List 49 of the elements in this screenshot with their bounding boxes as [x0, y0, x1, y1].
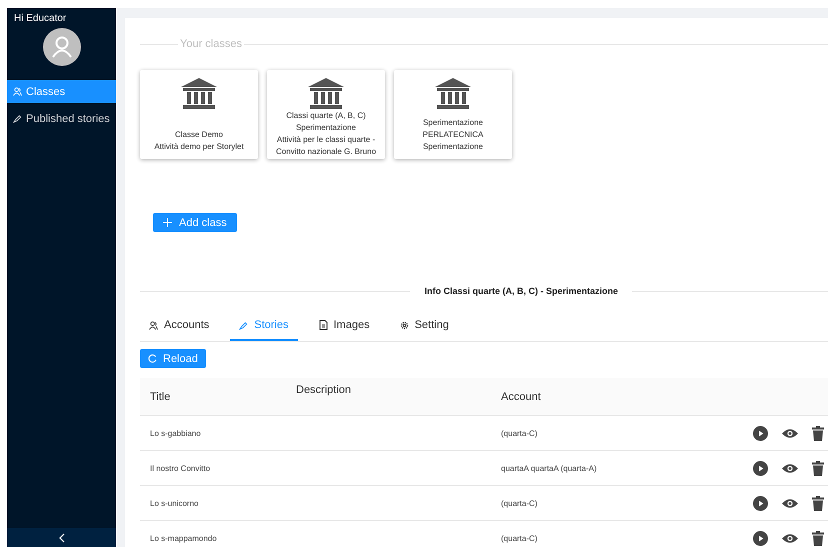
building-icon	[308, 78, 344, 110]
users-icon	[13, 87, 22, 96]
play-icon[interactable]	[753, 426, 768, 440]
reload-icon	[148, 354, 157, 363]
sidebar-item[interactable]: Published stories	[7, 107, 116, 130]
trash-icon[interactable]	[812, 426, 824, 440]
pen-icon	[239, 320, 248, 330]
tab[interactable]: Accounts	[140, 312, 218, 341]
table-cell: quartaA quartaA (quarta-A)	[501, 464, 597, 472]
table-cell: (quarta-C)	[501, 498, 538, 508]
pen-icon	[13, 114, 22, 123]
table-cell: (quarta-C)	[501, 534, 538, 542]
file-icon	[318, 320, 328, 330]
section-title: Info Classi quarte (A, B, C) - Sperimentazione	[423, 286, 619, 296]
settings-icon	[400, 320, 409, 330]
chevron-left-icon	[58, 532, 66, 542]
column-header: Description	[296, 378, 501, 416]
class-card[interactable]: Classe Demo Attività demo per Storylet	[140, 70, 258, 159]
class-description: Classe Demo Attività demo per Storylet	[154, 129, 244, 153]
greeting: Hi Educator	[13, 12, 68, 26]
trash-icon[interactable]	[812, 460, 824, 476]
class-description: Sperimentazione PERLATECNICA Sperimentazione	[422, 117, 484, 153]
table-cell: Lo s-gabbiano	[150, 428, 201, 438]
table-cell: (quarta-C)	[501, 428, 538, 438]
class-card[interactable]: Sperimentazione PERLATECNICA Sperimentazione	[394, 70, 512, 159]
section-title: Your classes	[179, 38, 243, 50]
column-header: Title	[140, 378, 296, 416]
play-icon[interactable]	[753, 496, 768, 510]
eye-icon[interactable]	[782, 428, 798, 438]
trash-icon[interactable]	[812, 530, 824, 546]
table-cell: Il nostro Convitto	[150, 464, 210, 472]
eye-icon[interactable]	[782, 462, 798, 474]
tab[interactable]: Images	[310, 312, 379, 341]
building-icon	[435, 78, 471, 110]
play-icon[interactable]	[753, 530, 768, 546]
table-cell: Lo s-unicorno	[150, 498, 198, 508]
table-cell: Lo s-mappamondo	[150, 534, 217, 542]
avatar-icon	[42, 28, 80, 66]
eye-icon[interactable]	[782, 498, 798, 508]
class-description: Classi quarte (A, B, C) Sperimentazione Attività per le classi quarte - Convitto nazionale G. Bruno	[276, 110, 376, 158]
plus-icon	[163, 218, 172, 227]
trash-icon[interactable]	[812, 496, 824, 510]
users-icon	[149, 320, 158, 330]
play-icon[interactable]	[753, 460, 768, 476]
building-icon	[181, 78, 217, 110]
class-card[interactable]: Classi quarte (A, B, C) Sperimentazione Attività per le classi quarte - Convitto nazionale G. Bruno	[267, 70, 385, 159]
column-header: Account	[501, 378, 753, 416]
tab[interactable]: Setting	[390, 312, 458, 341]
eye-icon[interactable]	[782, 532, 798, 544]
